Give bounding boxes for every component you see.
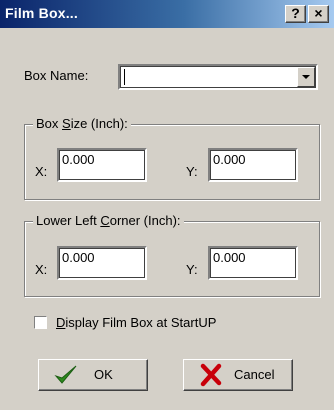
- text-caret: [124, 69, 125, 85]
- box-name-combobox[interactable]: [118, 64, 318, 90]
- chevron-down-icon[interactable]: [297, 67, 315, 87]
- cancel-button[interactable]: Cancel: [183, 359, 293, 391]
- box-size-y-input[interactable]: 0.000: [208, 148, 298, 182]
- box-size-x-input[interactable]: 0.000: [57, 148, 147, 182]
- cancel-label: Cancel: [234, 367, 275, 382]
- lower-left-x-label: X:: [35, 262, 48, 277]
- lower-left-y-input[interactable]: 0.000: [208, 246, 298, 280]
- lower-left-corner-legend: Lower Left Corner (Inch):: [33, 213, 184, 228]
- window-title: Film Box...: [5, 5, 78, 21]
- help-button[interactable]: ?: [285, 5, 306, 23]
- box-size-legend: Box Size (Inch):: [33, 116, 131, 131]
- x-mark-icon: [200, 363, 222, 387]
- ok-label: OK: [94, 367, 113, 382]
- display-at-startup-label[interactable]: Display Film Box at StartUP: [56, 315, 216, 330]
- box-size-y-label: Y:: [186, 164, 198, 179]
- close-button[interactable]: ×: [308, 5, 329, 23]
- ok-button[interactable]: OK: [38, 359, 148, 391]
- display-at-startup-checkbox[interactable]: [34, 316, 47, 329]
- title-bar[interactable]: Film Box... ? ×: [0, 0, 334, 28]
- box-name-label: Box Name:: [24, 68, 89, 83]
- checkmark-icon: [54, 365, 77, 384]
- lower-left-y-label: Y:: [186, 262, 198, 277]
- lower-left-x-input[interactable]: 0.000: [57, 246, 147, 280]
- box-size-x-label: X:: [35, 164, 48, 179]
